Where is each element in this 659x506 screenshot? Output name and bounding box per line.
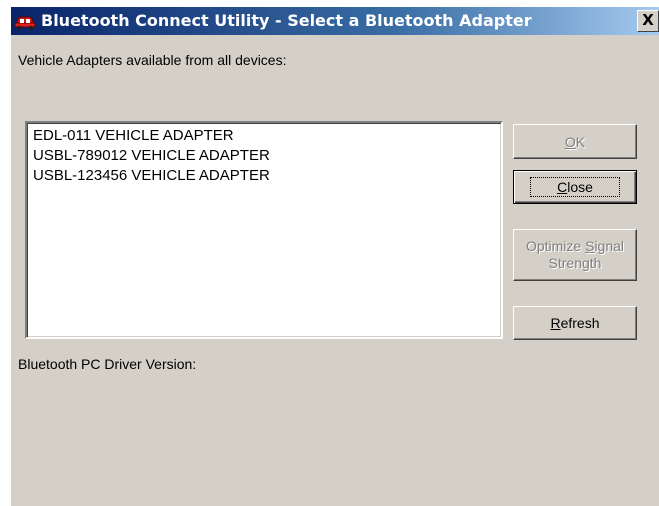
close-button[interactable]: Close xyxy=(513,170,637,204)
ok-button-label: OK xyxy=(564,133,586,150)
title-bar[interactable]: Bluetooth Connect Utility - Select a Blu… xyxy=(11,7,659,35)
list-item[interactable]: USBL-789012 VEHICLE ADAPTER xyxy=(33,146,495,166)
adapters-label: Vehicle Adapters available from all devi… xyxy=(18,52,287,68)
adapter-listbox[interactable]: EDL-011 VEHICLE ADAPTER USBL-789012 VEHI… xyxy=(25,121,503,339)
window-title: Bluetooth Connect Utility - Select a Blu… xyxy=(41,11,532,30)
optimize-button-label-line1: Optimize Signal xyxy=(525,238,625,254)
refresh-button-label: Refresh xyxy=(550,315,600,331)
ok-button[interactable]: OK xyxy=(513,124,637,159)
optimize-button-label-line2: Strength xyxy=(548,255,602,271)
driver-version-label: Bluetooth PC Driver Version: xyxy=(18,356,197,372)
close-icon: X xyxy=(642,11,654,29)
car-icon xyxy=(13,11,37,31)
optimize-signal-strength-button[interactable]: Optimize Signal Strength xyxy=(513,229,637,281)
refresh-button[interactable]: Refresh xyxy=(513,306,637,340)
list-item[interactable]: EDL-011 VEHICLE ADAPTER xyxy=(33,126,495,146)
close-button-label: Close xyxy=(530,177,620,197)
list-item[interactable]: USBL-123456 VEHICLE ADAPTER xyxy=(33,166,495,186)
dialog-window: Bluetooth Connect Utility - Select a Blu… xyxy=(11,7,659,506)
close-window-button[interactable]: X xyxy=(637,10,659,32)
